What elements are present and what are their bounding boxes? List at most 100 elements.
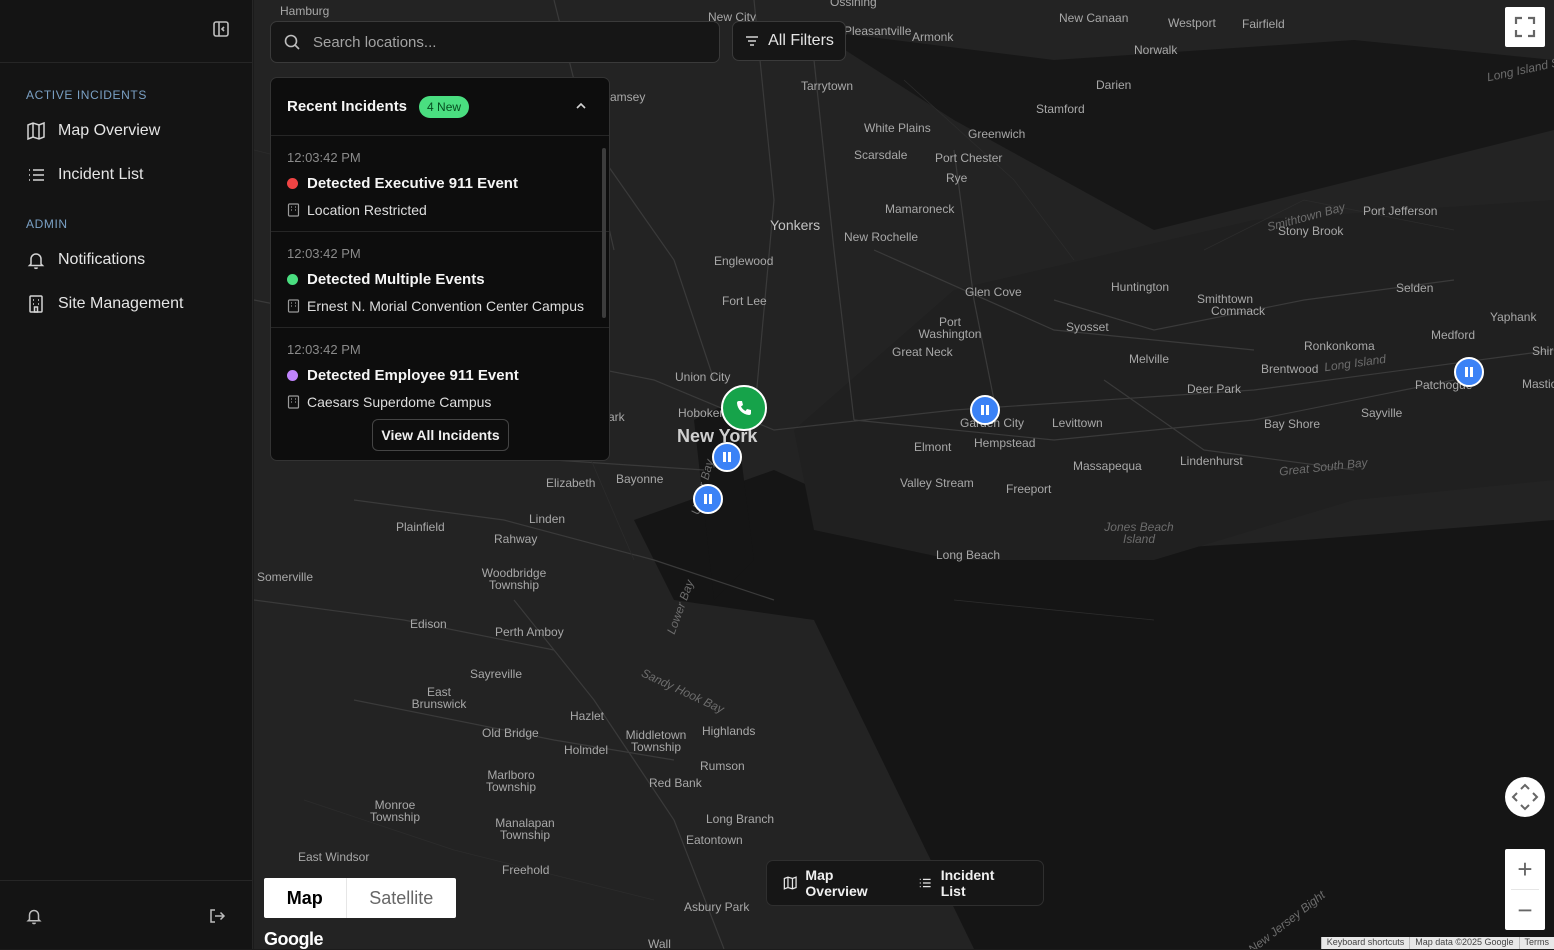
all-filters-button[interactable]: All Filters: [732, 21, 846, 61]
sidebar-item-site-management[interactable]: Site Management: [0, 282, 252, 326]
map-label-town: Long Branch: [706, 812, 774, 826]
sidebar-item-label: Incident List: [58, 166, 143, 184]
sidebar-item-map-overview[interactable]: Map Overview: [0, 109, 252, 153]
move-icon: [1505, 777, 1545, 817]
map-label-town: Edison: [410, 617, 447, 631]
map-label-town: Hazlet: [570, 709, 604, 723]
map-label-town: Great Neck: [892, 345, 953, 359]
map-label-town: Selden: [1396, 281, 1433, 295]
map-label-town: New Rochelle: [844, 230, 918, 244]
map-label-town: Yaphank: [1490, 310, 1536, 324]
incident-time: 12:03:42 PM: [287, 342, 609, 357]
sidebar-item-label: Site Management: [58, 295, 183, 313]
zoom-in-button[interactable]: +: [1505, 849, 1545, 889]
map-label-town: Greenwich: [968, 127, 1025, 141]
map-label-town: Manalapan Township: [490, 817, 560, 841]
status-dot: [287, 370, 298, 381]
search-input[interactable]: [311, 33, 695, 52]
filter-icon: [744, 33, 760, 49]
fullscreen-icon: [1505, 7, 1545, 47]
map-label-town: Asbury Park: [684, 900, 749, 914]
map-label-town: East Windsor: [298, 850, 369, 864]
site-marker[interactable]: [712, 442, 742, 472]
incident-location: Location Restricted: [307, 202, 427, 218]
map-label-town: Massapequa: [1073, 459, 1142, 473]
building-icon: [721, 451, 733, 463]
map-label-town: Melville: [1129, 352, 1169, 366]
sidebar-header: [0, 0, 252, 63]
sidebar-collapse-icon[interactable]: [212, 20, 230, 38]
map-label-town: Ossining: [830, 0, 877, 9]
incident-item[interactable]: 12:03:42 PM Detected Employee 911 Event …: [271, 328, 609, 410]
bell-icon[interactable]: [25, 907, 43, 925]
camera-control-button[interactable]: [1505, 777, 1545, 817]
map-label-town: Perth Amboy: [495, 625, 564, 639]
sidebar-item-label: Map Overview: [58, 122, 160, 140]
map-label-town: Wall: [648, 937, 671, 949]
incident-time: 12:03:42 PM: [287, 246, 609, 261]
site-marker[interactable]: [693, 484, 723, 514]
map-label-town: Huntington: [1111, 280, 1169, 294]
map-label-town: Rumson: [700, 759, 745, 773]
building-icon: [287, 395, 300, 409]
sidebar-item-incident-list[interactable]: Incident List: [0, 153, 252, 197]
incident-call-marker[interactable]: [721, 385, 767, 431]
building-icon: [1463, 366, 1475, 378]
map-data-credit: Map data ©2025 Google: [1409, 937, 1518, 949]
map-overview-button[interactable]: Map Overview: [783, 867, 890, 899]
map-label-town: Sayreville: [470, 667, 522, 681]
fullscreen-button[interactable]: [1505, 7, 1545, 47]
incident-list-button[interactable]: Incident List: [918, 867, 1015, 899]
terms-link[interactable]: Terms: [1519, 937, 1554, 949]
map-label-town: Freehold: [502, 863, 549, 877]
incident-time: 12:03:42 PM: [287, 150, 609, 165]
location-search[interactable]: [270, 21, 720, 63]
sidebar-item-label: Notifications: [58, 251, 145, 269]
map-label-town: Highlands: [702, 724, 755, 738]
site-marker[interactable]: [970, 395, 1000, 425]
map-label-town: Valley Stream: [900, 476, 974, 490]
keyboard-shortcuts-link[interactable]: Keyboard shortcuts: [1321, 937, 1410, 949]
map-type-satellite-button[interactable]: Satellite: [347, 878, 456, 918]
map-label-town: White Plains: [864, 121, 931, 135]
map-label-town: Plainfield: [396, 520, 445, 534]
map-label-town: Commack: [1211, 304, 1265, 318]
panel-title: Recent Incidents: [287, 98, 407, 115]
chevron-up-icon[interactable]: [573, 98, 589, 114]
map-label-water: Jones Beach Island: [1094, 521, 1184, 545]
incident-item[interactable]: 12:03:42 PM Detected Multiple Events Ern…: [271, 232, 609, 328]
map-label-town: Hempstead: [974, 436, 1035, 450]
map-label-town: Bayonne: [616, 472, 663, 486]
map-icon: [783, 875, 797, 891]
scrollbar[interactable]: [602, 148, 606, 318]
site-marker[interactable]: [1454, 357, 1484, 387]
map-type-map-button[interactable]: Map: [264, 878, 347, 918]
building-icon: [287, 299, 300, 313]
map-label-town: Port Chester: [935, 151, 1002, 165]
map-label-town: Medford: [1431, 328, 1475, 342]
map-label-town: Levittown: [1052, 416, 1103, 430]
map-label-town: Linden: [529, 512, 565, 526]
map-label-town: Pleasantville: [844, 24, 911, 38]
incident-title: Detected Executive 911 Event: [307, 175, 518, 192]
logout-icon[interactable]: [208, 907, 226, 925]
map-label-town: Union City: [675, 370, 730, 384]
map-label-town: Elizabeth: [546, 476, 595, 490]
map-label-town: Brentwood: [1261, 362, 1318, 376]
map-label-town: Woodbridge Township: [474, 567, 554, 591]
map-label-town: Port Jefferson: [1363, 204, 1437, 218]
view-all-incidents-button[interactable]: View All Incidents: [372, 419, 509, 451]
zoom-out-button[interactable]: −: [1505, 890, 1545, 930]
incident-item[interactable]: 12:03:42 PM Detected Executive 911 Event…: [271, 136, 609, 232]
map-attribution: Keyboard shortcuts Map data ©2025 Google…: [1321, 937, 1554, 949]
map-label-town: Eatontown: [686, 833, 743, 847]
map-label-town: Monroe Township: [360, 799, 430, 823]
map-label-town: ark: [608, 410, 625, 424]
building-icon: [979, 404, 991, 416]
map-label-town: amsey: [610, 90, 645, 104]
sidebar-item-notifications[interactable]: Notifications: [0, 238, 252, 282]
incident-list[interactable]: 12:03:42 PM Detected Executive 911 Event…: [271, 136, 609, 410]
map-label-town: Freeport: [1006, 482, 1051, 496]
map-label-town: Middletown Township: [616, 729, 696, 753]
panel-header[interactable]: Recent Incidents 4 New: [271, 78, 609, 136]
